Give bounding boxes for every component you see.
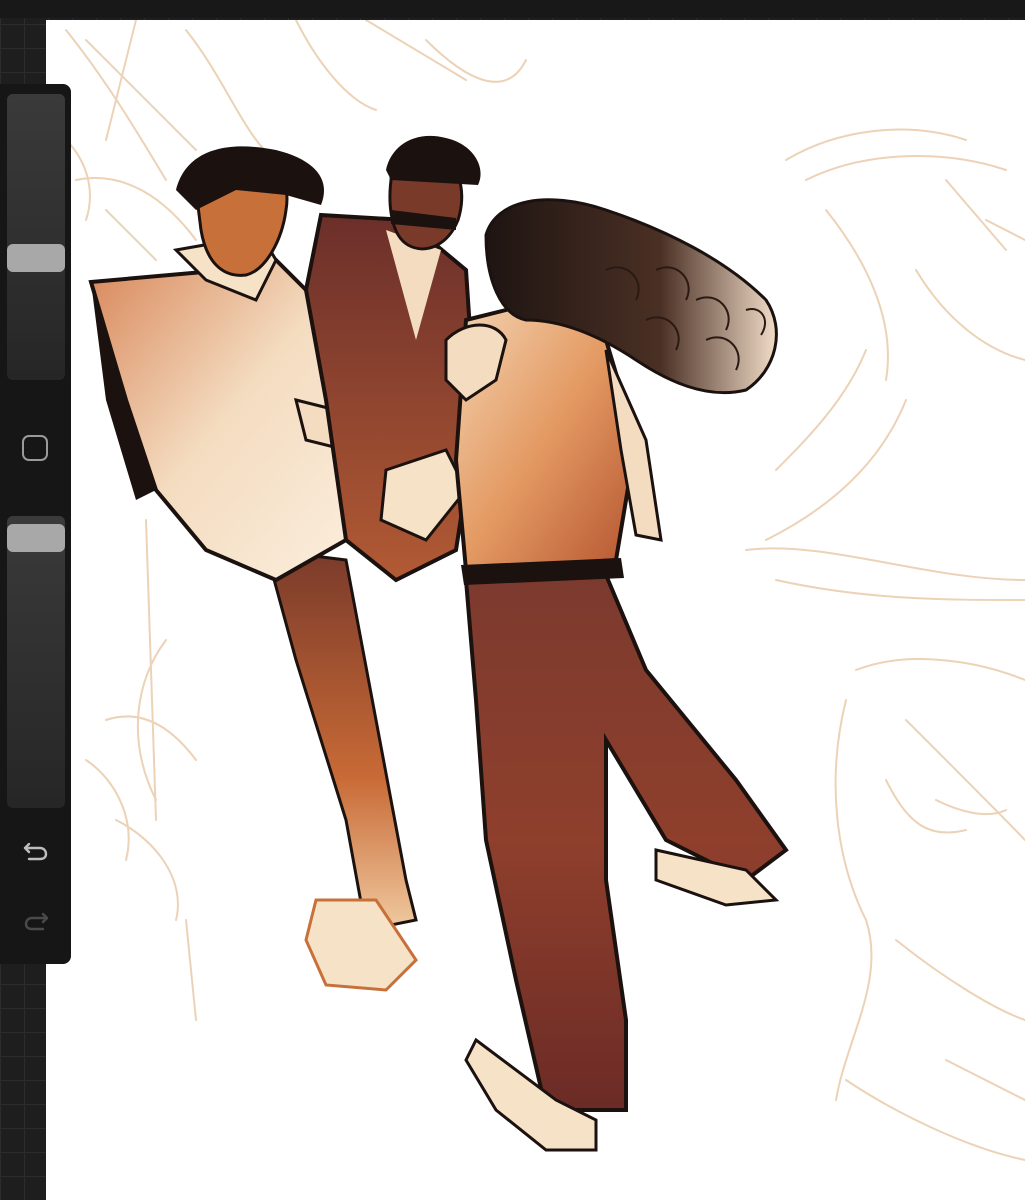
brush-size-slider[interactable] xyxy=(7,94,65,380)
redo-icon xyxy=(24,912,49,931)
redo-button[interactable] xyxy=(18,902,54,938)
square-icon xyxy=(22,435,48,461)
undo-button[interactable] xyxy=(18,832,54,868)
artwork xyxy=(65,20,1025,1161)
figure-right xyxy=(444,198,789,1152)
modify-button[interactable] xyxy=(19,432,51,464)
brush-size-slider-thumb[interactable] xyxy=(7,244,65,272)
brush-opacity-slider-thumb[interactable] xyxy=(7,524,65,552)
brush-opacity-slider[interactable] xyxy=(7,516,65,808)
top-bar xyxy=(0,0,1025,18)
drawing-canvas[interactable] xyxy=(46,20,1025,1200)
side-toolbar xyxy=(0,84,71,964)
undo-icon xyxy=(23,842,48,861)
